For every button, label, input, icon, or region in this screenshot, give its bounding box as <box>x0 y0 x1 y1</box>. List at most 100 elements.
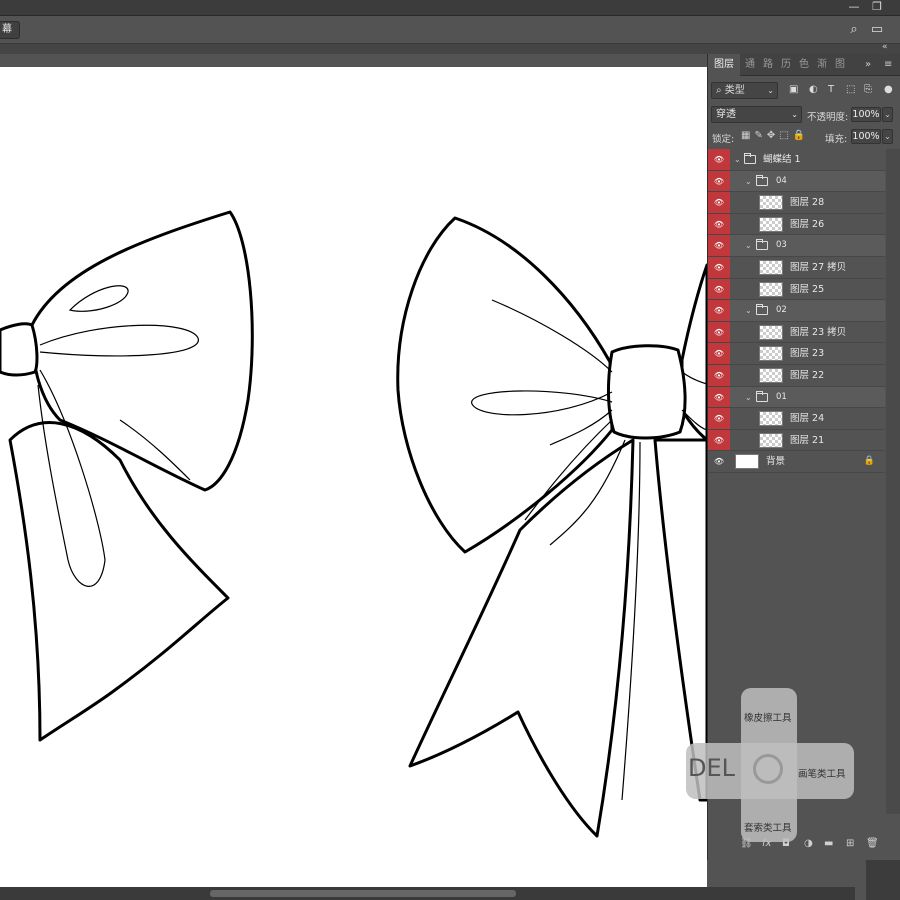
bow-artwork <box>0 210 707 838</box>
layer-thumbnail <box>759 367 783 383</box>
layer-row[interactable]: 👁 图层 24 <box>708 408 885 430</box>
minimize-button[interactable]: — <box>843 0 865 16</box>
collapse-icon[interactable]: « <box>882 42 888 52</box>
panel-menu-icon[interactable]: ≡ <box>884 54 892 76</box>
filter-label: 类型 <box>724 85 745 96</box>
layer-name: 04 <box>776 175 787 186</box>
visibility-eye-icon[interactable]: 👁 <box>708 149 730 170</box>
layer-thumbnail <box>759 195 783 211</box>
layer-thumbnail <box>759 346 783 362</box>
filter-pixel-icon[interactable]: ▣ <box>789 84 798 95</box>
filter-adjustment-icon[interactable]: ◐ <box>809 84 818 95</box>
layer-filter-select[interactable]: ⌕ 类型 ⌄ <box>711 82 778 99</box>
filter-smart-icon[interactable]: ⎘ <box>864 84 872 95</box>
layer-row[interactable]: 👁 图层 21 <box>708 429 885 452</box>
visibility-eye-icon[interactable]: 👁 <box>708 429 730 451</box>
visibility-eye-icon[interactable]: 👁 <box>708 408 730 429</box>
status-corner <box>866 860 900 900</box>
pad-right-label[interactable]: 画笔类工具 <box>798 766 846 780</box>
expand-chevron-icon[interactable]: ⌄ <box>745 171 752 192</box>
visibility-eye-icon[interactable]: 👁 <box>708 300 730 321</box>
folder-icon <box>756 390 768 402</box>
opacity-label: 不透明度: <box>807 112 849 123</box>
layer-group-row[interactable]: 👁 ⌄ 02 <box>708 300 885 322</box>
fill-field[interactable]: 100% <box>851 129 881 144</box>
options-bar: 幕 ⌕ ▭ <box>0 16 900 44</box>
visibility-eye-icon[interactable]: 👁 <box>708 170 730 192</box>
visibility-eye-icon[interactable]: 👁 <box>708 343 730 364</box>
pad-top-label[interactable]: 橡皮擦工具 <box>744 710 792 724</box>
layer-name: 图层 25 <box>790 283 825 295</box>
pad-bottom-label[interactable]: 套索类工具 <box>744 820 792 834</box>
horizontal-scrollbar[interactable] <box>0 887 855 900</box>
search-icon: ⌕ <box>716 85 725 96</box>
layer-group-row[interactable]: 👁 ⌄ 03 <box>708 235 885 257</box>
lock-icon: 🔒 <box>863 456 875 467</box>
scrollbar-thumb[interactable] <box>210 890 516 897</box>
overflow-icon[interactable]: » <box>865 54 871 76</box>
layer-row[interactable]: 👁 图层 28 <box>708 192 885 214</box>
layer-name: 02 <box>776 305 787 316</box>
layer-thumbnail <box>759 432 783 448</box>
layer-list: 👁 ⌄ 蝴蝶结 1 👁 ⌄ 04 👁 图层 28 👁 图层 26 👁 ⌄ 03 👁 图层 27 拷贝 👁 图层 … <box>708 149 885 473</box>
chevron-down-icon: ⌄ <box>791 110 798 119</box>
fill-label: 填充: <box>825 134 848 145</box>
expand-chevron-icon[interactable]: ⌄ <box>734 149 741 170</box>
pad-center-ring[interactable] <box>753 754 783 784</box>
blend-mode-label: 穿透 <box>716 109 736 120</box>
layer-thumbnail <box>735 454 759 470</box>
layer-group-row[interactable]: 👁 ⌄ 04 <box>708 170 885 193</box>
workspace-icon[interactable]: ▭ <box>869 22 885 38</box>
tab-patterns[interactable]: 图 <box>835 54 845 76</box>
visibility-eye-icon[interactable]: 👁 <box>708 235 730 256</box>
opacity-field[interactable]: 100% <box>851 107 881 122</box>
restore-button[interactable]: ❐ <box>866 0 888 16</box>
visibility-eye-icon[interactable]: 👁 <box>708 213 730 235</box>
filter-type-icon[interactable]: T <box>828 84 834 95</box>
screen-mode-chip[interactable]: 幕 <box>0 21 20 39</box>
visibility-eye-icon[interactable]: 👁 <box>708 386 730 408</box>
filter-shape-icon[interactable]: ⬚ <box>846 84 855 95</box>
document-canvas[interactable] <box>0 67 707 887</box>
visibility-eye-icon[interactable]: 👁 <box>708 278 730 300</box>
layer-group-row[interactable]: 👁 ⌄ 蝴蝶结 1 <box>708 149 885 171</box>
opacity-dropdown[interactable]: ⌄ <box>882 107 893 122</box>
layer-group-row[interactable]: 👁 ⌄ 01 <box>708 386 885 409</box>
search-icon[interactable]: ⌕ <box>846 22 862 38</box>
visibility-eye-icon[interactable]: 👁 <box>708 364 730 386</box>
filter-toggle-icon[interactable]: ● <box>884 84 893 95</box>
layer-thumbnail <box>759 281 783 297</box>
lock-icons[interactable]: ▦✎✥⬚🔒 <box>741 130 809 141</box>
visibility-eye-icon[interactable]: 👁 <box>708 451 730 472</box>
tab-channels[interactable]: 通 <box>745 54 755 76</box>
layer-row[interactable]: 👁 图层 25 <box>708 278 885 301</box>
layer-row[interactable]: 👁 图层 23 <box>708 343 885 365</box>
visibility-eye-icon[interactable]: 👁 <box>708 321 730 343</box>
tab-gradients[interactable]: 渐 <box>817 54 827 76</box>
expand-chevron-icon[interactable]: ⌄ <box>745 235 752 256</box>
layers-scrollbar[interactable] <box>886 149 900 814</box>
layer-row[interactable]: 👁 图层 26 <box>708 213 885 236</box>
layer-name: 01 <box>776 391 787 402</box>
pad-left-label[interactable]: DEL <box>688 754 735 782</box>
tab-paths[interactable]: 路 <box>763 54 773 76</box>
layer-row[interactable]: 👁 图层 23 拷贝 <box>708 321 885 344</box>
layer-row[interactable]: 👁 图层 22 <box>708 364 885 387</box>
layer-row[interactable]: 👁 图层 27 拷贝 <box>708 256 885 279</box>
tab-layers[interactable]: 图层 <box>708 54 740 76</box>
visibility-eye-icon[interactable]: 👁 <box>708 256 730 278</box>
visibility-eye-icon[interactable]: 👁 <box>708 192 730 213</box>
lock-label: 锁定: <box>712 134 735 145</box>
expand-chevron-icon[interactable]: ⌄ <box>745 300 752 321</box>
layer-name: 图层 24 <box>790 413 825 425</box>
trash-icon[interactable]: 🗑 <box>866 838 879 849</box>
layer-name: 图层 22 <box>790 369 825 381</box>
fill-dropdown[interactable]: ⌄ <box>882 129 893 144</box>
layer-row[interactable]: 👁 背景 🔒 <box>708 451 885 473</box>
folder-icon <box>756 174 768 186</box>
folder-icon <box>756 304 768 316</box>
tab-color[interactable]: 色 <box>799 54 809 76</box>
expand-chevron-icon[interactable]: ⌄ <box>745 387 752 408</box>
tab-history[interactable]: 历 <box>781 54 791 76</box>
blend-mode-select[interactable]: 穿透 ⌄ <box>711 106 802 123</box>
